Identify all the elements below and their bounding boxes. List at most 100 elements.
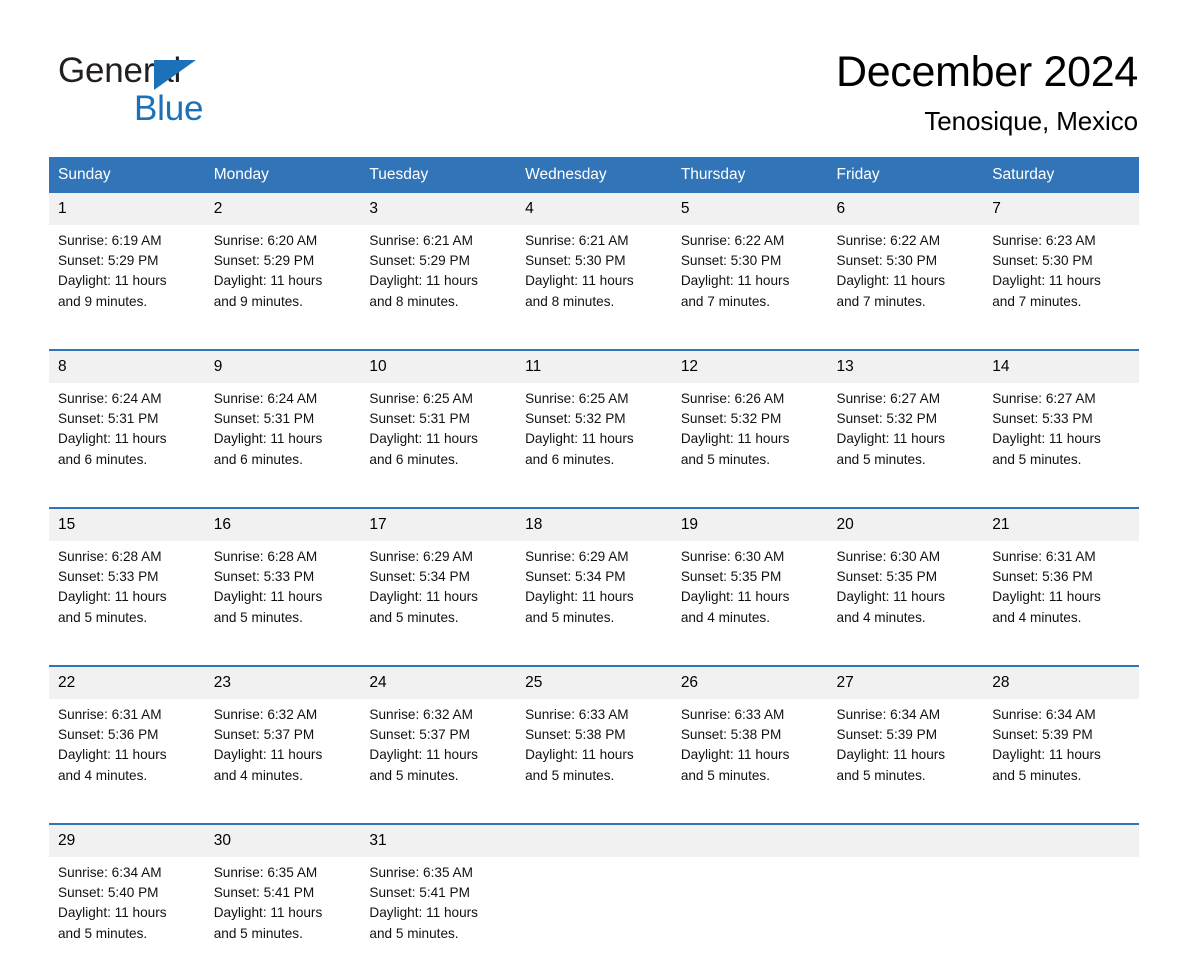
- daylight-text-line2: and 6 minutes.: [369, 451, 459, 467]
- sunset-text: Sunset: 5:36 PM: [992, 569, 1093, 585]
- sunset-text: Sunset: 5:39 PM: [992, 727, 1093, 743]
- day-cell[interactable]: Sunrise: 6:20 AM Sunset: 5:29 PM Dayligh…: [204, 225, 361, 337]
- day-number[interactable]: 6: [827, 193, 984, 225]
- daylight-text-line2: and 5 minutes.: [836, 767, 926, 783]
- daylight-text-line1: Daylight: 11 hours: [369, 273, 478, 289]
- day-cell[interactable]: Sunrise: 6:29 AM Sunset: 5:34 PM Dayligh…: [360, 541, 517, 653]
- day-number[interactable]: 22: [49, 667, 205, 699]
- day-number[interactable]: 19: [671, 509, 828, 541]
- day-number[interactable]: 27: [827, 667, 984, 699]
- day-cell-empty: [983, 857, 1139, 969]
- week-3-info-row: Sunrise: 6:28 AM Sunset: 5:33 PM Dayligh…: [49, 541, 1139, 653]
- daylight-text-line2: and 4 minutes.: [836, 609, 926, 625]
- week-3-daynum-row: 15 16 17 18 19 20 21: [49, 509, 1139, 541]
- day-cell[interactable]: Sunrise: 6:23 AM Sunset: 5:30 PM Dayligh…: [983, 225, 1139, 337]
- day-cell[interactable]: Sunrise: 6:30 AM Sunset: 5:35 PM Dayligh…: [671, 541, 828, 653]
- day-number[interactable]: 9: [204, 351, 361, 383]
- day-number[interactable]: 26: [671, 667, 828, 699]
- sunrise-text: Sunrise: 6:31 AM: [992, 549, 1096, 564]
- sunrise-text: Sunrise: 6:29 AM: [525, 549, 629, 564]
- week-spacer: [49, 337, 1139, 350]
- day-cell[interactable]: Sunrise: 6:24 AM Sunset: 5:31 PM Dayligh…: [204, 383, 361, 495]
- daylight-text-line1: Daylight: 11 hours: [836, 589, 946, 605]
- day-number[interactable]: 12: [671, 351, 828, 383]
- day-number[interactable]: 25: [516, 667, 672, 699]
- week-spacer: [49, 811, 1139, 824]
- day-number[interactable]: 20: [827, 509, 984, 541]
- day-cell[interactable]: Sunrise: 6:27 AM Sunset: 5:33 PM Dayligh…: [983, 383, 1139, 495]
- day-cell[interactable]: Sunrise: 6:25 AM Sunset: 5:32 PM Dayligh…: [516, 383, 672, 495]
- day-cell[interactable]: Sunrise: 6:32 AM Sunset: 5:37 PM Dayligh…: [360, 699, 517, 811]
- daylight-text-line1: Daylight: 11 hours: [369, 431, 478, 447]
- sunset-text: Sunset: 5:32 PM: [836, 411, 938, 427]
- day-cell[interactable]: Sunrise: 6:22 AM Sunset: 5:30 PM Dayligh…: [671, 225, 828, 337]
- week-spacer: [49, 495, 1139, 508]
- brand-logo[interactable]: General Blue: [58, 52, 318, 132]
- sunrise-text: Sunrise: 6:34 AM: [58, 865, 162, 880]
- day-number[interactable]: 21: [983, 509, 1139, 541]
- sunrise-text: Sunrise: 6:30 AM: [680, 549, 785, 564]
- daylight-text-line2: and 7 minutes.: [836, 293, 926, 309]
- daylight-text-line1: Daylight: 11 hours: [58, 905, 167, 921]
- day-cell[interactable]: Sunrise: 6:21 AM Sunset: 5:30 PM Dayligh…: [516, 225, 672, 337]
- day-number[interactable]: 17: [360, 509, 517, 541]
- day-number[interactable]: 4: [516, 193, 672, 225]
- sunset-text: Sunset: 5:37 PM: [369, 727, 470, 743]
- day-cell[interactable]: Sunrise: 6:24 AM Sunset: 5:31 PM Dayligh…: [49, 383, 205, 495]
- day-number[interactable]: 30: [204, 825, 361, 857]
- sunset-text: Sunset: 5:32 PM: [525, 411, 626, 427]
- daylight-text-line1: Daylight: 11 hours: [213, 273, 323, 289]
- daylight-text-line2: and 8 minutes.: [525, 293, 615, 309]
- day-cell[interactable]: Sunrise: 6:28 AM Sunset: 5:33 PM Dayligh…: [49, 541, 205, 653]
- day-cell[interactable]: Sunrise: 6:34 AM Sunset: 5:39 PM Dayligh…: [983, 699, 1139, 811]
- day-number[interactable]: 7: [983, 193, 1139, 225]
- day-number[interactable]: 14: [983, 351, 1139, 383]
- week-spacer-cell: [49, 653, 1139, 666]
- sunrise-text: Sunrise: 6:27 AM: [836, 391, 941, 406]
- sunrise-text: Sunrise: 6:35 AM: [369, 865, 473, 880]
- day-cell[interactable]: Sunrise: 6:33 AM Sunset: 5:38 PM Dayligh…: [516, 699, 672, 811]
- sunrise-text: Sunrise: 6:32 AM: [369, 707, 473, 722]
- day-cell[interactable]: Sunrise: 6:28 AM Sunset: 5:33 PM Dayligh…: [204, 541, 361, 653]
- day-cell[interactable]: Sunrise: 6:19 AM Sunset: 5:29 PM Dayligh…: [49, 225, 205, 337]
- day-cell[interactable]: Sunrise: 6:34 AM Sunset: 5:40 PM Dayligh…: [49, 857, 205, 969]
- daylight-text-line1: Daylight: 11 hours: [680, 431, 790, 447]
- day-cell[interactable]: Sunrise: 6:31 AM Sunset: 5:36 PM Dayligh…: [49, 699, 205, 811]
- day-number[interactable]: 24: [360, 667, 517, 699]
- day-number[interactable]: 2: [204, 193, 361, 225]
- day-cell[interactable]: Sunrise: 6:35 AM Sunset: 5:41 PM Dayligh…: [360, 857, 517, 969]
- day-cell[interactable]: Sunrise: 6:32 AM Sunset: 5:37 PM Dayligh…: [204, 699, 361, 811]
- daylight-text-line2: and 5 minutes.: [836, 451, 926, 467]
- day-number[interactable]: 29: [49, 825, 205, 857]
- sunset-text: Sunset: 5:29 PM: [58, 253, 159, 269]
- day-cell[interactable]: Sunrise: 6:27 AM Sunset: 5:32 PM Dayligh…: [827, 383, 984, 495]
- day-number[interactable]: 31: [360, 825, 517, 857]
- day-number[interactable]: 5: [671, 193, 828, 225]
- day-number[interactable]: 8: [49, 351, 205, 383]
- day-cell-empty: [827, 857, 984, 969]
- day-number[interactable]: 1: [49, 193, 205, 225]
- day-number[interactable]: 11: [516, 351, 672, 383]
- day-cell[interactable]: Sunrise: 6:29 AM Sunset: 5:34 PM Dayligh…: [516, 541, 672, 653]
- day-cell[interactable]: Sunrise: 6:31 AM Sunset: 5:36 PM Dayligh…: [983, 541, 1139, 653]
- day-number[interactable]: 10: [360, 351, 517, 383]
- weekday-header-monday: Monday: [204, 157, 361, 193]
- day-number[interactable]: 3: [360, 193, 517, 225]
- day-cell[interactable]: Sunrise: 6:35 AM Sunset: 5:41 PM Dayligh…: [204, 857, 361, 969]
- day-number[interactable]: 18: [516, 509, 672, 541]
- day-cell[interactable]: Sunrise: 6:21 AM Sunset: 5:29 PM Dayligh…: [360, 225, 517, 337]
- day-cell[interactable]: Sunrise: 6:34 AM Sunset: 5:39 PM Dayligh…: [827, 699, 984, 811]
- day-number[interactable]: 13: [827, 351, 984, 383]
- daylight-text-line1: Daylight: 11 hours: [992, 589, 1101, 605]
- day-number[interactable]: 28: [983, 667, 1139, 699]
- day-number[interactable]: 15: [49, 509, 205, 541]
- day-number[interactable]: 23: [204, 667, 361, 699]
- day-cell[interactable]: Sunrise: 6:30 AM Sunset: 5:35 PM Dayligh…: [827, 541, 984, 653]
- day-cell[interactable]: Sunrise: 6:22 AM Sunset: 5:30 PM Dayligh…: [827, 225, 984, 337]
- day-cell[interactable]: Sunrise: 6:26 AM Sunset: 5:32 PM Dayligh…: [671, 383, 828, 495]
- day-cell[interactable]: Sunrise: 6:33 AM Sunset: 5:38 PM Dayligh…: [671, 699, 828, 811]
- day-number[interactable]: 16: [204, 509, 361, 541]
- sunrise-text: Sunrise: 6:32 AM: [213, 707, 318, 722]
- day-cell[interactable]: Sunrise: 6:25 AM Sunset: 5:31 PM Dayligh…: [360, 383, 517, 495]
- week-1-info-row: Sunrise: 6:19 AM Sunset: 5:29 PM Dayligh…: [49, 225, 1139, 337]
